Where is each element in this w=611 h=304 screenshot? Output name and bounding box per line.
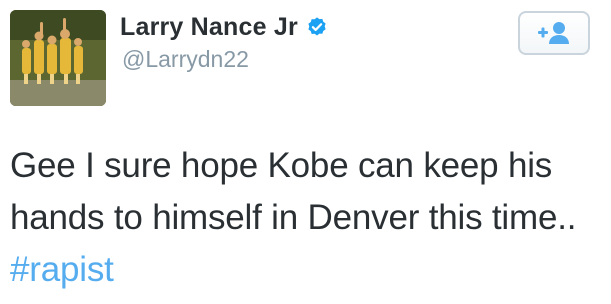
user-handle[interactable]: @Larrydn22 [122, 46, 249, 73]
tweet-body: Gee I sure hope Kobe can keep his hands … [10, 146, 577, 237]
avatar[interactable] [10, 10, 106, 106]
name-row: Larry Nance Jr [120, 10, 328, 44]
avatar-image [10, 10, 106, 106]
hashtag-link[interactable]: #rapist [10, 250, 114, 289]
follow-button[interactable] [518, 11, 590, 55]
verified-badge-icon [306, 16, 328, 38]
display-name[interactable]: Larry Nance Jr [120, 13, 298, 42]
tweet-text: Gee I sure hope Kobe can keep his hands … [10, 140, 600, 296]
follow-user-plus-icon [538, 22, 569, 44]
tweet-card: Larry Nance Jr @Larrydn22 Gee I sure hop… [0, 0, 611, 304]
